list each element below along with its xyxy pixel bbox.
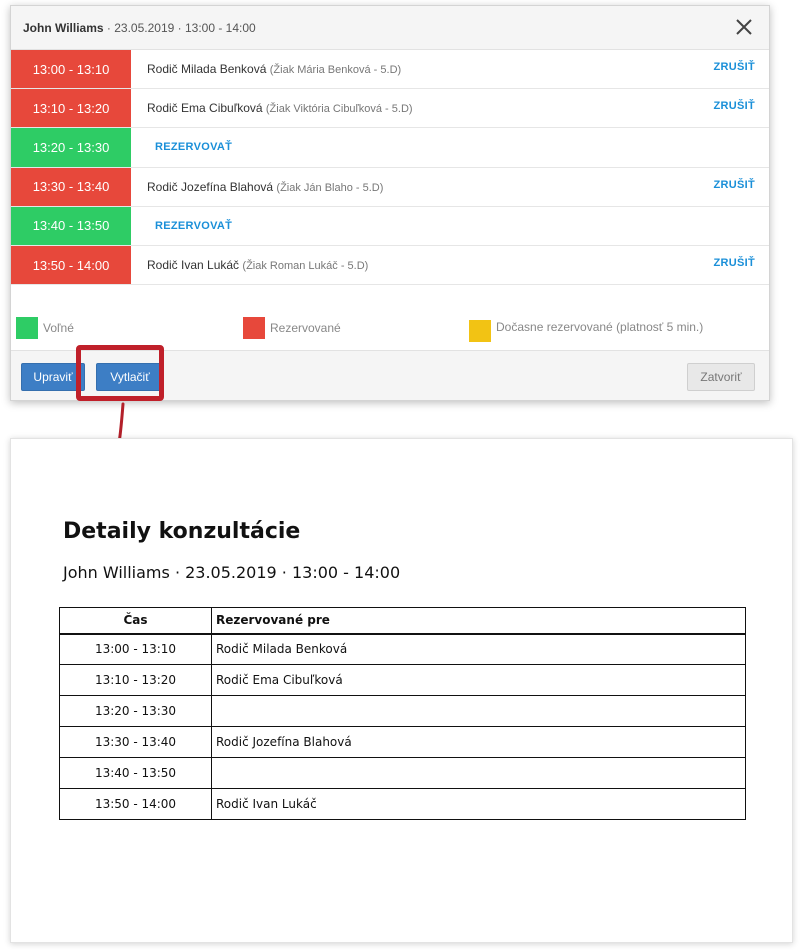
cell-reserved-for: Rodič Milada Benková	[211, 633, 746, 665]
slot-parent: Rodič Milada Benková	[147, 62, 267, 77]
slot-row: 13:20 - 13:30 REZERVOVAŤ	[11, 128, 769, 168]
table-row: 13:30 - 13:40 Rodič Jozefína Blahová	[59, 726, 746, 758]
legend-reserved: Rezervované	[243, 317, 341, 339]
print-preview: Detaily konzultácie John Williams · 23.0…	[10, 438, 793, 943]
cell-time: 13:50 - 14:00	[59, 788, 212, 820]
slot-list: 13:00 - 13:10 Rodič Milada Benková (Žiak…	[11, 50, 769, 286]
cell-reserved-for	[211, 695, 746, 727]
cell-time: 13:10 - 13:20	[59, 664, 212, 696]
legend-temporary-swatch	[469, 320, 491, 342]
legend-temporary: Dočasne rezervované (platnosť 5 min.)	[469, 312, 706, 342]
slot-row: 13:00 - 13:10 Rodič Milada Benková (Žiak…	[11, 50, 769, 90]
consultation-modal: John Williams · 23.05.2019 · 13:00 - 14:…	[10, 5, 770, 401]
modal-title: John Williams · 23.05.2019 · 13:00 - 14:…	[23, 21, 256, 35]
slot-reservation: Rodič Ema Cibuľková (Žiak Viktória Cibuľ…	[147, 101, 413, 115]
slot-time: 13:00 - 13:10	[11, 50, 131, 89]
print-button[interactable]: Vytlačiť	[96, 363, 164, 391]
consultation-details: · 23.05.2019 · 13:00 - 14:00	[103, 20, 256, 35]
header-reserved-for: Rezervované pre	[211, 607, 746, 634]
print-subtitle: John Williams · 23.05.2019 · 13:00 - 14:…	[63, 563, 401, 582]
table-header-row: Čas Rezervované pre	[59, 607, 746, 634]
slot-time: 13:10 - 13:20	[11, 89, 131, 128]
legend-free: Voľné	[16, 317, 74, 339]
legend-free-swatch	[16, 317, 38, 339]
slot-parent: Rodič Jozefína Blahová	[147, 179, 274, 194]
legend: Voľné Rezervované Dočasne rezervované (p…	[11, 306, 769, 350]
close-button[interactable]: Zatvoriť	[687, 363, 755, 391]
table-row: 13:10 - 13:20 Rodič Ema Cibuľková	[59, 664, 746, 696]
slot-reservation: Rodič Jozefína Blahová (Žiak Ján Blaho -…	[147, 180, 383, 194]
reserve-slot-link[interactable]: REZERVOVAŤ	[155, 220, 232, 232]
slot-time: 13:40 - 13:50	[11, 206, 131, 245]
cell-reserved-for	[211, 757, 746, 789]
cancel-reservation-link[interactable]: ZRUŠIŤ	[713, 179, 755, 191]
legend-reserved-label: Rezervované	[270, 321, 341, 335]
slot-row: 13:10 - 13:20 Rodič Ema Cibuľková (Žiak …	[11, 89, 769, 129]
table-row: 13:20 - 13:30	[59, 695, 746, 727]
cancel-reservation-link[interactable]: ZRUŠIŤ	[713, 257, 755, 269]
slot-time: 13:20 - 13:30	[11, 128, 131, 167]
cancel-reservation-link[interactable]: ZRUŠIŤ	[713, 61, 755, 73]
legend-temporary-label: Dočasne rezervované (platnosť 5 min.)	[496, 320, 704, 334]
close-icon[interactable]	[733, 16, 755, 38]
slot-reservation: Rodič Milada Benková (Žiak Mária Benková…	[147, 62, 401, 76]
cell-time: 13:20 - 13:30	[59, 695, 212, 727]
slot-reservation: Rodič Ivan Lukáč (Žiak Roman Lukáč - 5.D…	[147, 258, 368, 272]
cell-time: 13:00 - 13:10	[59, 633, 212, 665]
print-title: Detaily konzultácie	[63, 519, 301, 544]
cell-time: 13:30 - 13:40	[59, 726, 212, 758]
teacher-name: John Williams	[23, 20, 104, 35]
cell-reserved-for: Rodič Ivan Lukáč	[211, 788, 746, 820]
slot-student: (Žiak Viktória Cibuľková - 5.D)	[265, 103, 413, 116]
print-table: Čas Rezervované pre 13:00 - 13:10 Rodič …	[59, 607, 746, 820]
cancel-reservation-link[interactable]: ZRUŠIŤ	[713, 100, 755, 112]
legend-free-label: Voľné	[43, 321, 74, 335]
slot-row: 13:30 - 13:40 Rodič Jozefína Blahová (Ži…	[11, 167, 769, 207]
cell-time: 13:40 - 13:50	[59, 757, 212, 789]
table-row: 13:50 - 14:00 Rodič Ivan Lukáč	[59, 788, 746, 820]
slot-student: (Žiak Ján Blaho - 5.D)	[276, 181, 384, 194]
slot-student: (Žiak Roman Lukáč - 5.D)	[242, 260, 369, 273]
edit-button[interactable]: Upraviť	[21, 363, 85, 391]
modal-footer: Upraviť Vytlačiť Zatvoriť	[11, 350, 769, 400]
cell-reserved-for: Rodič Jozefína Blahová	[211, 726, 746, 758]
header-time: Čas	[59, 607, 212, 634]
slot-row: 13:40 - 13:50 REZERVOVAŤ	[11, 206, 769, 246]
slot-time: 13:50 - 14:00	[11, 245, 131, 285]
table-row: 13:00 - 13:10 Rodič Milada Benková	[59, 633, 746, 665]
slot-parent: Rodič Ivan Lukáč	[147, 258, 240, 273]
slot-row: 13:50 - 14:00 Rodič Ivan Lukáč (Žiak Rom…	[11, 245, 769, 286]
slot-parent: Rodič Ema Cibuľková	[147, 101, 263, 116]
modal-header: John Williams · 23.05.2019 · 13:00 - 14:…	[11, 6, 769, 50]
cell-reserved-for: Rodič Ema Cibuľková	[211, 664, 746, 696]
slot-student: (Žiak Mária Benková - 5.D)	[269, 64, 402, 77]
legend-reserved-swatch	[243, 317, 265, 339]
table-row: 13:40 - 13:50	[59, 757, 746, 789]
reserve-slot-link[interactable]: REZERVOVAŤ	[155, 141, 232, 153]
slot-time: 13:30 - 13:40	[11, 167, 131, 206]
